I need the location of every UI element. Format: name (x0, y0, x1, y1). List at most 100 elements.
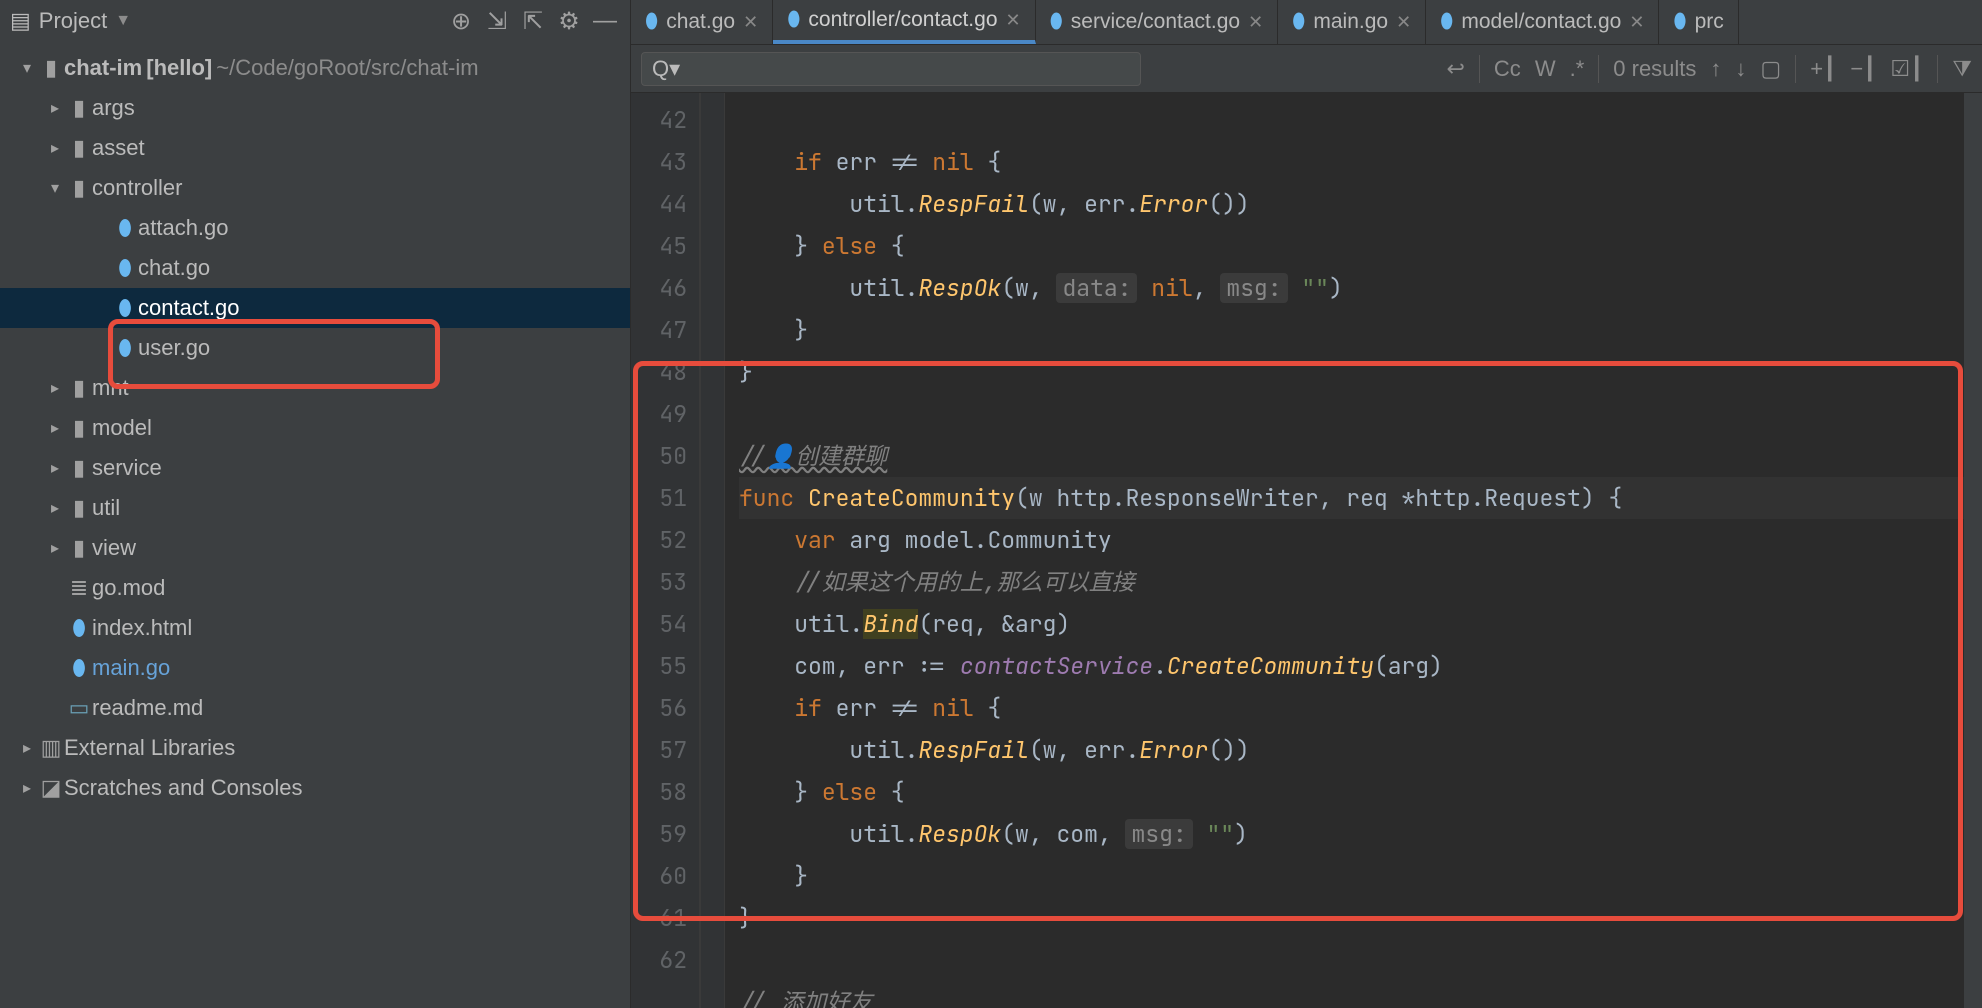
gear-icon[interactable]: ⚙︎ (554, 6, 584, 36)
project-dropdown[interactable]: ▤ Project ▼ (10, 8, 131, 34)
tree-row-label: chat-im (64, 55, 142, 81)
tree-row-label: contact.go (138, 295, 240, 321)
tab-label: prc (1695, 10, 1724, 34)
expand-all-icon[interactable]: ⇲ (482, 6, 512, 36)
tab-main-go[interactable]: ⬮ main.go ✕ (1278, 0, 1426, 44)
tree-file-contact[interactable]: ⬮ contact.go (0, 288, 630, 328)
tree-row-label: asset (92, 135, 145, 161)
tree-file-indexhtml[interactable]: ⬮index.html (0, 608, 630, 648)
tab-controller-contact-go[interactable]: ⬮ controller/contact.go ✕ (773, 0, 1035, 44)
tree-root[interactable]: ▾ ▮ chat-im [hello] ~/Code/goRoot/src/ch… (0, 48, 630, 88)
project-tree: ▾ ▮ chat-im [hello] ~/Code/goRoot/src/ch… (0, 42, 630, 1008)
chevron-right-icon: ▸ (44, 98, 66, 118)
go-file-icon: ⬮ (645, 10, 658, 34)
close-icon[interactable]: ✕ (1006, 10, 1021, 31)
close-icon[interactable]: ✕ (1248, 12, 1263, 33)
tree-scratches[interactable]: ▸◪Scratches and Consoles (0, 768, 630, 808)
go-file-icon: ⬮ (112, 295, 138, 321)
find-results: 0 results (1613, 56, 1696, 82)
tree-row-label: index.html (92, 615, 192, 641)
tree-row-label: service (92, 455, 162, 481)
tree-file-gomod[interactable]: ≣go.mod (0, 568, 630, 608)
close-icon[interactable]: ✕ (1629, 12, 1644, 33)
tree-file-readme[interactable]: ▭readme.md (0, 688, 630, 728)
tab-truncated[interactable]: ⬮ prc (1659, 0, 1738, 44)
remove-selection-icon[interactable]: −┃ (1850, 56, 1876, 82)
folder-icon: ▮ (66, 135, 92, 161)
editor-scrollbar[interactable] (1964, 93, 1982, 1008)
tree-folder-model[interactable]: ▸▮model (0, 408, 630, 448)
root-suffix: [hello] (146, 55, 212, 81)
collapse-all-icon[interactable]: ⇱ (518, 6, 548, 36)
tree-row-label: model (92, 415, 152, 441)
find-bar: Q▾ ↩ Cc W .* 0 results ↑ ↓ ▢ +┃ −┃ ☑┃ ⧩ (631, 45, 1982, 93)
tree-folder-util[interactable]: ▸▮util (0, 488, 630, 528)
filter-icon[interactable]: ⧩ (1952, 56, 1972, 82)
tree-row-label: go.mod (92, 575, 165, 601)
prev-occurrence-icon[interactable]: ↩ (1446, 56, 1464, 82)
regex-toggle[interactable]: .* (1570, 56, 1585, 82)
add-selection-icon[interactable]: +┃ (1810, 56, 1836, 82)
tree-folder-view[interactable]: ▸▮view (0, 528, 630, 568)
project-sidebar: ▤ Project ▼ ⊕ ⇲ ⇱ ⚙︎ — ▾ ▮ chat-im [hell… (0, 0, 631, 1008)
tree-row-label: mnt (92, 375, 129, 401)
line-number-gutter: 42 43 44 45 46 47 48 49 50 51 52 53 54 5… (631, 93, 701, 1008)
sidebar-toolbar: ▤ Project ▼ ⊕ ⇲ ⇱ ⚙︎ — (0, 0, 630, 42)
match-case-toggle[interactable]: Cc (1494, 56, 1521, 82)
tree-row-label: chat.go (138, 255, 210, 281)
tree-file-chat[interactable]: ⬮ chat.go (0, 248, 630, 288)
go-file-icon: ⬮ (112, 215, 138, 241)
locate-icon[interactable]: ⊕ (446, 6, 476, 36)
go-file-icon: ⬮ (112, 255, 138, 281)
tab-label: main.go (1313, 10, 1388, 34)
tree-file-user[interactable]: ⬮ user.go (0, 328, 630, 368)
chevron-right-icon: ▸ (44, 138, 66, 158)
root-path: ~/Code/goRoot/src/chat-im (216, 55, 478, 81)
tab-chat-go[interactable]: ⬮ chat.go ✕ (631, 0, 773, 44)
down-arrow-icon[interactable]: ↓ (1735, 56, 1746, 82)
tree-row-label: view (92, 535, 136, 561)
project-icon: ▤ (10, 8, 31, 34)
go-file-icon: ⬮ (1292, 10, 1305, 34)
tab-label: model/contact.go (1461, 10, 1621, 34)
folder-icon: ▮ (66, 95, 92, 121)
code-editor[interactable]: 42 43 44 45 46 47 48 49 50 51 52 53 54 5… (631, 93, 1982, 1008)
code-content[interactable]: if err != nil { util.RespFail(w, err.Err… (725, 93, 1982, 1008)
close-icon[interactable]: ✕ (743, 12, 758, 33)
select-all-icon[interactable]: ▢ (1760, 56, 1781, 82)
tree-folder-mnt[interactable]: ▸▮mnt (0, 368, 630, 408)
go-file-icon: ⬮ (1440, 10, 1453, 34)
select-all-occ-icon[interactable]: ☑┃ (1890, 56, 1923, 82)
tree-row-label: readme.md (92, 695, 203, 721)
tree-row-label: user.go (138, 335, 210, 361)
tree-file-attach[interactable]: ⬮ attach.go (0, 208, 630, 248)
up-arrow-icon[interactable]: ↑ (1710, 56, 1721, 82)
tree-folder-service[interactable]: ▸▮service (0, 448, 630, 488)
search-icon: Q▾ (652, 56, 680, 82)
go-file-icon: ⬮ (112, 335, 138, 361)
tree-row-label: controller (92, 175, 182, 201)
tree-row-label: args (92, 95, 135, 121)
tree-folder-controller[interactable]: ▾ ▮ controller (0, 168, 630, 208)
tree-row-label: util (92, 495, 120, 521)
tree-file-maingo[interactable]: ⬮main.go (0, 648, 630, 688)
tab-model-contact-go[interactable]: ⬮ model/contact.go ✕ (1426, 0, 1659, 44)
close-icon[interactable]: ✕ (1396, 12, 1411, 33)
words-toggle[interactable]: W (1535, 56, 1556, 82)
editor-area: ⬮ chat.go ✕ ⬮ controller/contact.go ✕ ⬮ … (631, 0, 1982, 1008)
tree-row-label: External Libraries (64, 735, 235, 761)
chevron-down-icon: ▾ (16, 58, 38, 78)
go-file-icon: ⬮ (787, 8, 800, 32)
search-input[interactable]: Q▾ (641, 52, 1141, 86)
editor-tab-bar: ⬮ chat.go ✕ ⬮ controller/contact.go ✕ ⬮ … (631, 0, 1982, 45)
tree-folder-args[interactable]: ▸ ▮ args (0, 88, 630, 128)
tab-label: controller/contact.go (808, 8, 997, 32)
tree-external-libs[interactable]: ▸▥External Libraries (0, 728, 630, 768)
fold-gutter (701, 93, 725, 1008)
hide-icon[interactable]: — (590, 6, 620, 36)
chevron-down-icon: ▾ (44, 178, 66, 198)
tab-service-contact-go[interactable]: ⬮ service/contact.go ✕ (1036, 0, 1279, 44)
project-label: Project (39, 8, 107, 34)
tree-folder-asset[interactable]: ▸ ▮ asset (0, 128, 630, 168)
chevron-down-icon: ▼ (115, 12, 131, 30)
